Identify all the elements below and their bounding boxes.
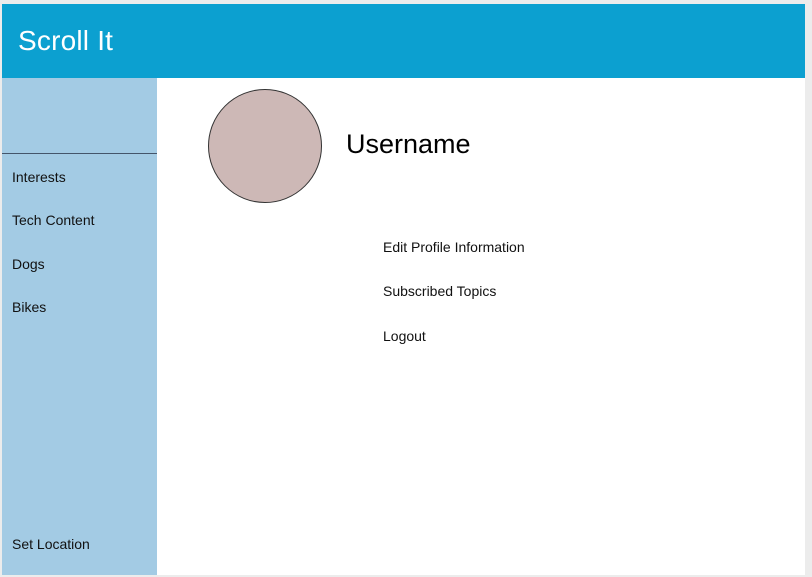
sidebar-item-bikes[interactable]: Bikes [12, 298, 46, 316]
app-header: Scroll It [2, 4, 805, 78]
set-location-button[interactable]: Set Location [12, 535, 90, 553]
app-window: Scroll It Interests Tech Content Dogs Bi… [2, 4, 805, 575]
avatar [208, 89, 322, 203]
edit-profile-link[interactable]: Edit Profile Information [383, 238, 525, 256]
app-title: Scroll It [18, 25, 114, 56]
logout-link[interactable]: Logout [383, 327, 426, 345]
sidebar-item-dogs[interactable]: Dogs [12, 255, 45, 273]
sidebar-item-interests[interactable]: Interests [12, 168, 66, 186]
sidebar: Interests Tech Content Dogs Bikes Set Lo… [2, 78, 157, 575]
username-label: Username [346, 129, 471, 159]
sidebar-item-tech-content[interactable]: Tech Content [12, 211, 95, 229]
sidebar-divider [2, 153, 157, 154]
subscribed-topics-link[interactable]: Subscribed Topics [383, 282, 496, 300]
